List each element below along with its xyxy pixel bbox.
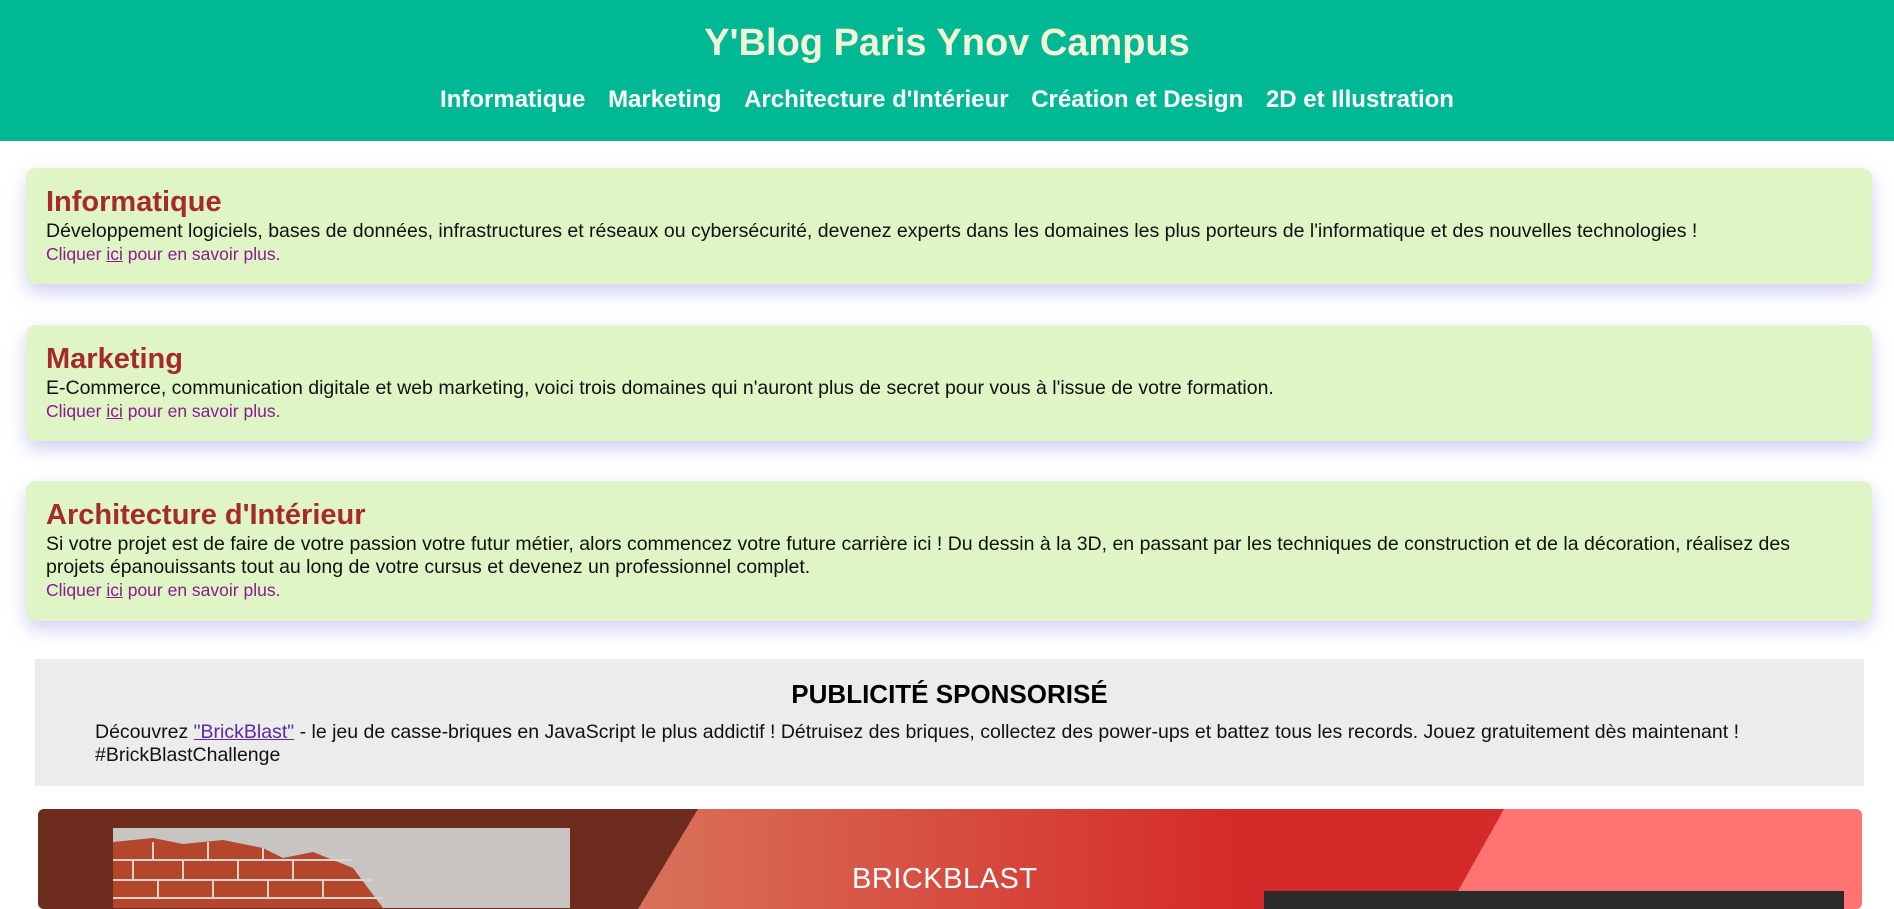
card-description: Développement logiciels, bases de donnée… bbox=[46, 220, 1698, 242]
ad-text: Découvrez "BrickBlast" - le jeu de casse… bbox=[95, 721, 1815, 767]
card-title: Informatique bbox=[46, 186, 222, 218]
card-title: Architecture d'Intérieur bbox=[46, 499, 366, 531]
more-prefix: Cliquer bbox=[46, 244, 107, 264]
nav-marketing[interactable]: Marketing bbox=[608, 86, 721, 113]
card-architecture-interieur: Architecture d'Intérieur Si votre projet… bbox=[26, 481, 1872, 621]
card-more-text: Cliquer ici pour en savoir plus. bbox=[46, 400, 1852, 422]
nav-informatique[interactable]: Informatique bbox=[440, 86, 585, 113]
card-marketing: Marketing E-Commerce, communication digi… bbox=[26, 325, 1872, 441]
more-prefix: Cliquer bbox=[46, 580, 107, 600]
more-suffix: pour en savoir plus. bbox=[122, 580, 281, 600]
more-prefix: Cliquer bbox=[46, 401, 107, 421]
ad-brickblast-link[interactable]: "BrickBlast" bbox=[194, 721, 295, 743]
more-link[interactable]: ici bbox=[106, 401, 123, 421]
more-link[interactable]: ici bbox=[106, 580, 123, 600]
ad-heading: PUBLICITÉ SPONSORISÉ bbox=[791, 679, 1108, 709]
nav-2d-illustration[interactable]: 2D et Illustration bbox=[1266, 86, 1454, 113]
banner-title: BRICKBLAST bbox=[852, 863, 1038, 895]
site-title: Y'Blog Paris Ynov Campus bbox=[704, 22, 1190, 64]
ad-prefix: Découvrez bbox=[95, 721, 194, 743]
brick-wall-image bbox=[113, 828, 570, 908]
sponsored-ad: PUBLICITÉ SPONSORISÉ Découvrez "BrickBla… bbox=[35, 659, 1864, 786]
more-suffix: pour en savoir plus. bbox=[122, 401, 281, 421]
card-description: Si votre projet est de faire de votre pa… bbox=[46, 533, 1790, 578]
nav-creation-design[interactable]: Création et Design bbox=[1031, 86, 1243, 113]
main-nav: Informatique Marketing Architecture d'In… bbox=[0, 86, 1894, 114]
card-more-text: Cliquer ici pour en savoir plus. bbox=[46, 243, 1852, 265]
more-suffix: pour en savoir plus. bbox=[122, 244, 281, 264]
more-link[interactable]: ici bbox=[106, 244, 123, 264]
card-description: E-Commerce, communication digitale et we… bbox=[46, 377, 1274, 399]
ad-body: - le jeu de casse-briques en JavaScript … bbox=[95, 721, 1739, 766]
site-header: Y'Blog Paris Ynov Campus Informatique Ma… bbox=[0, 0, 1894, 141]
card-more-text: Cliquer ici pour en savoir plus. bbox=[46, 579, 1852, 601]
card-informatique: Informatique Développement logiciels, ba… bbox=[26, 168, 1872, 284]
nav-architecture-interieur[interactable]: Architecture d'Intérieur bbox=[744, 86, 1008, 113]
card-title: Marketing bbox=[46, 343, 183, 375]
